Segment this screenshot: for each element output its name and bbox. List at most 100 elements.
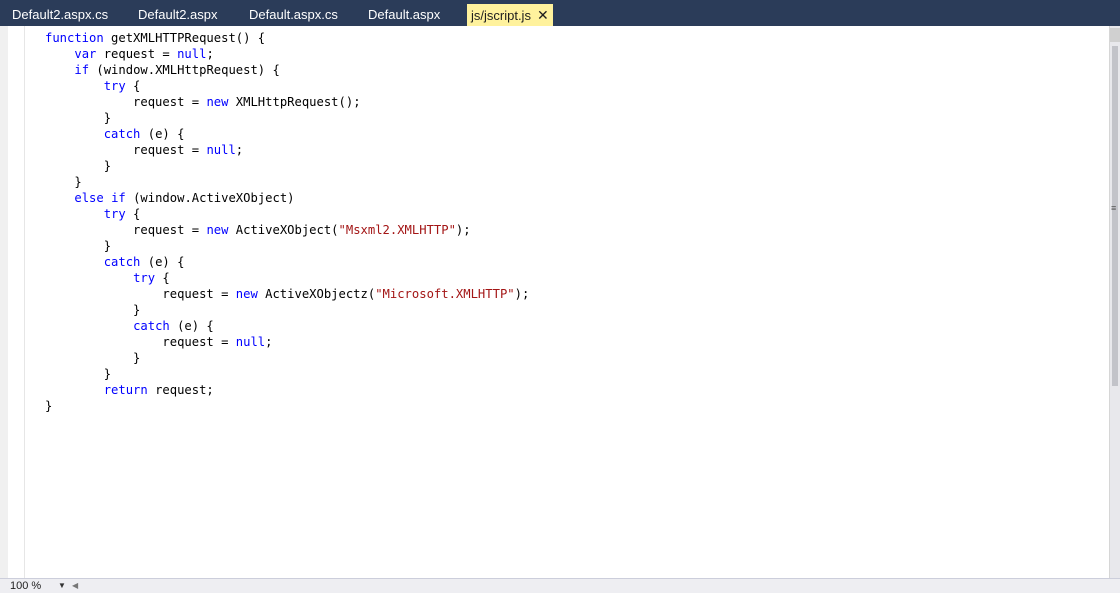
code-line[interactable]: } bbox=[45, 110, 529, 126]
code-token: ; bbox=[206, 47, 214, 61]
code-keyword: if bbox=[74, 63, 90, 77]
code-token: } bbox=[45, 367, 112, 381]
code-token: getXMLHTTPRequest() { bbox=[103, 31, 266, 45]
code-line[interactable]: if (window.XMLHttpRequest) { bbox=[45, 62, 529, 78]
editor-status-bar: 100 % ▼ ◀ bbox=[0, 578, 1120, 593]
vertical-scrollbar[interactable]: ≡ bbox=[1109, 26, 1120, 578]
code-line[interactable]: } bbox=[45, 238, 529, 254]
code-token: } bbox=[45, 175, 82, 189]
code-token: { bbox=[155, 271, 170, 285]
code-keyword: null bbox=[206, 143, 236, 157]
code-token: ActiveXObject( bbox=[228, 223, 339, 237]
code-token: (window.XMLHttpRequest) { bbox=[89, 63, 280, 77]
code-line[interactable]: } bbox=[45, 350, 529, 366]
code-token: request = bbox=[45, 223, 207, 237]
code-line[interactable]: } bbox=[45, 366, 529, 382]
code-token: { bbox=[125, 79, 141, 93]
scroll-grip-icon: ≡ bbox=[1111, 203, 1117, 213]
code-line[interactable]: } bbox=[45, 398, 529, 414]
code-string: "Msxml2.XMLHTTP" bbox=[338, 223, 456, 237]
chevron-down-icon[interactable]: ▼ bbox=[58, 579, 66, 593]
code-token: } bbox=[45, 351, 141, 365]
code-keyword: catch bbox=[103, 255, 141, 269]
code-token: request = bbox=[96, 47, 178, 61]
code-token: request = bbox=[45, 95, 207, 109]
scroll-left-icon[interactable]: ◀ bbox=[72, 579, 78, 593]
code-line[interactable]: request = null; bbox=[45, 142, 529, 158]
code-line[interactable]: var request = null; bbox=[45, 46, 529, 62]
code-line[interactable]: } bbox=[45, 158, 529, 174]
code-keyword: new bbox=[206, 95, 229, 109]
close-icon[interactable]: ✕ bbox=[537, 4, 549, 26]
code-token: } bbox=[45, 399, 53, 413]
editor-gutter bbox=[0, 26, 8, 578]
zoom-level[interactable]: 100 % bbox=[10, 579, 41, 593]
code-keyword: return bbox=[103, 383, 148, 397]
tab-label: Default2.aspx bbox=[138, 7, 218, 22]
code-line[interactable]: catch (e) { bbox=[45, 254, 529, 270]
code-keyword: new bbox=[206, 223, 229, 237]
code-line[interactable]: catch (e) { bbox=[45, 318, 529, 334]
tab-default2-aspx-cs[interactable]: Default2.aspx.cs bbox=[12, 4, 108, 26]
code-line[interactable]: try { bbox=[45, 270, 529, 286]
code-string: "Microsoft.XMLHTTP" bbox=[375, 287, 515, 301]
code-line[interactable]: try { bbox=[45, 206, 529, 222]
code-line[interactable]: return request; bbox=[45, 382, 529, 398]
code-token: } bbox=[45, 239, 112, 253]
code-token: XMLHttpRequest(); bbox=[228, 95, 361, 109]
code-token: ActiveXObjectz( bbox=[257, 287, 376, 301]
code-editor[interactable]: function getXMLHTTPRequest() { var reque… bbox=[0, 26, 1120, 578]
code-keyword: function bbox=[45, 31, 104, 45]
code-keyword: else bbox=[74, 191, 104, 205]
code-token: (e) { bbox=[140, 255, 185, 269]
code-keyword: if bbox=[111, 191, 126, 205]
code-token: ); bbox=[455, 223, 471, 237]
code-line[interactable]: } bbox=[45, 174, 529, 190]
code-keyword: try bbox=[103, 207, 126, 221]
code-token: (e) { bbox=[140, 127, 185, 141]
code-line[interactable]: function getXMLHTTPRequest() { bbox=[45, 30, 529, 46]
code-line[interactable]: request = new ActiveXObjectz("Microsoft.… bbox=[45, 286, 529, 302]
tab-default-aspx[interactable]: Default.aspx bbox=[368, 4, 440, 26]
code-line[interactable]: request = new XMLHttpRequest(); bbox=[45, 94, 529, 110]
tab-label: Default.aspx bbox=[368, 7, 441, 22]
code-token: request = bbox=[45, 335, 236, 349]
code-keyword: catch bbox=[133, 319, 170, 333]
code-token: (e) { bbox=[169, 319, 214, 333]
tab-label: Default.aspx.cs bbox=[249, 7, 338, 22]
code-token: { bbox=[125, 207, 141, 221]
code-token: ; bbox=[265, 335, 273, 349]
code-token: request; bbox=[147, 383, 214, 397]
code-line[interactable]: request = new ActiveXObject("Msxml2.XMLH… bbox=[45, 222, 529, 238]
tab-label: Default2.aspx.cs bbox=[12, 7, 109, 22]
selection-margin bbox=[24, 26, 25, 578]
code-keyword: try bbox=[133, 271, 156, 285]
tab-default2-aspx[interactable]: Default2.aspx bbox=[138, 4, 218, 26]
tab-label: js/jscript.js bbox=[471, 8, 531, 23]
code-line[interactable]: request = null; bbox=[45, 334, 529, 350]
code-keyword: try bbox=[103, 79, 126, 93]
code-keyword: catch bbox=[103, 127, 141, 141]
splitter-handle[interactable] bbox=[1110, 28, 1120, 42]
tab-default-aspx-cs[interactable]: Default.aspx.cs bbox=[249, 4, 338, 26]
code-line[interactable]: try { bbox=[45, 78, 529, 94]
code-text[interactable]: function getXMLHTTPRequest() { var reque… bbox=[45, 30, 529, 414]
code-line[interactable]: } bbox=[45, 302, 529, 318]
scroll-thumb[interactable] bbox=[1112, 46, 1118, 386]
code-keyword: null bbox=[177, 47, 207, 61]
code-token: } bbox=[45, 303, 141, 317]
code-line[interactable]: catch (e) { bbox=[45, 126, 529, 142]
tab-jscript-js[interactable]: js/jscript.js ✕ bbox=[467, 4, 553, 26]
code-token: ); bbox=[514, 287, 530, 301]
code-line[interactable]: else if (window.ActiveXObject) bbox=[45, 190, 529, 206]
